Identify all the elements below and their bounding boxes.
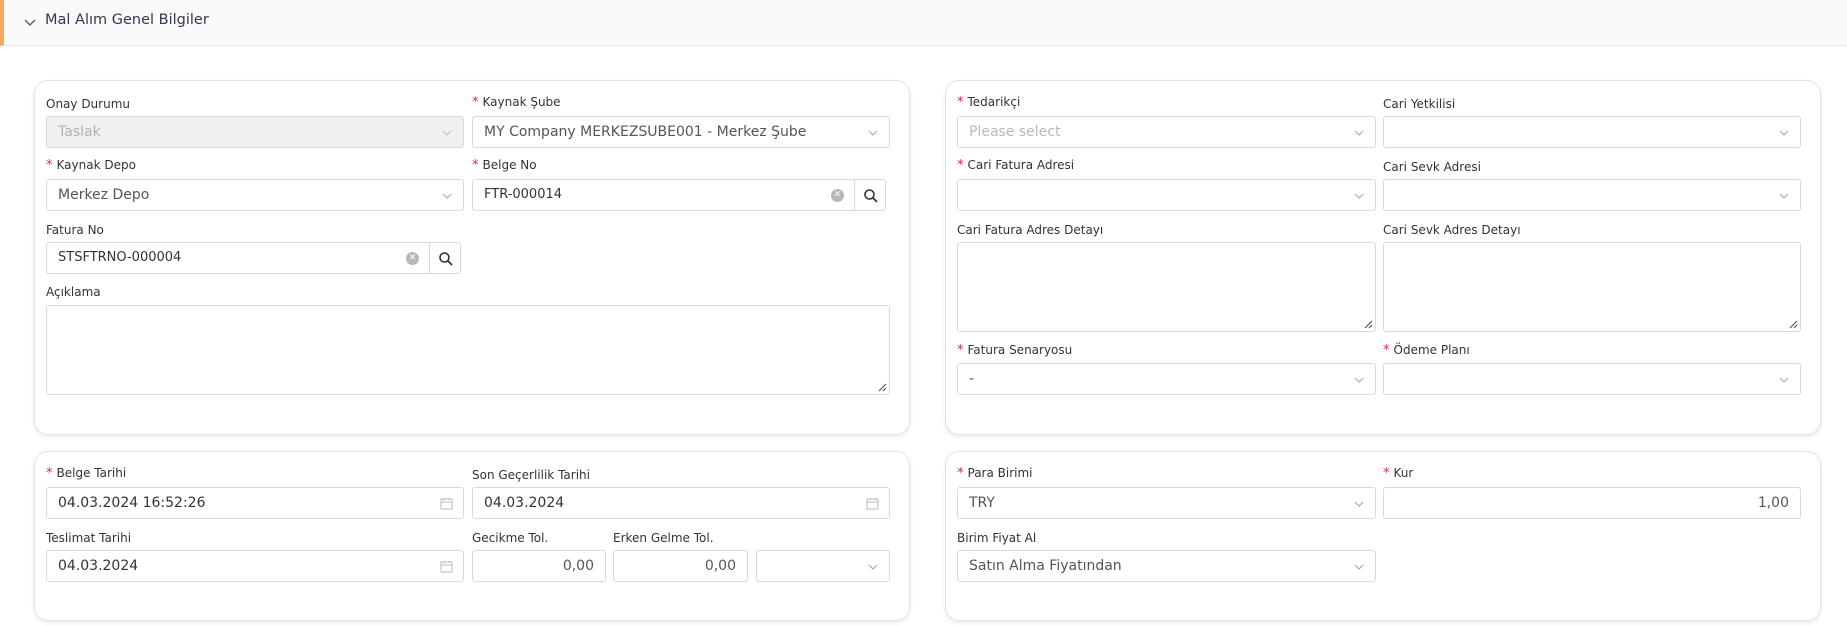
chevron-down-icon <box>868 564 878 570</box>
son-gecerlilik-tarihi-label: Son Geçerlilik Tarihi <box>472 468 590 482</box>
chevron-down-icon <box>442 130 452 136</box>
cari-sevk-adres-detayi-textarea[interactable] <box>1383 242 1801 332</box>
aciklama-textarea[interactable] <box>46 305 890 395</box>
cari-yetkilisi-label: Cari Yetkilisi <box>1383 97 1456 111</box>
belge-no-search-button[interactable] <box>854 179 886 211</box>
tolerance-unit-select[interactable] <box>756 550 890 582</box>
kaynak-sube-label: * Kaynak Şube <box>472 95 561 110</box>
birim-fiyat-al-select[interactable]: Satın Alma Fiyatından <box>957 550 1376 582</box>
chevron-down-icon <box>1354 193 1364 199</box>
fatura-no-label: Fatura No <box>46 223 104 237</box>
search-icon <box>439 252 453 266</box>
belge-tarihi-label: * Belge Tarihi <box>46 466 127 481</box>
chevron-down-icon <box>1354 501 1364 507</box>
cari-sevk-adres-detayi-label: Cari Sevk Adres Detayı <box>1383 223 1521 237</box>
fatura-senaryosu-label: * Fatura Senaryosu <box>957 343 1073 358</box>
para-birimi-label: * Para Birimi <box>957 466 1033 481</box>
belge-tarihi-datepicker[interactable]: 04.03.2024 16:52:26 <box>46 487 464 519</box>
cari-yetkilisi-select[interactable] <box>1383 116 1801 148</box>
cari-fatura-adres-detayi-label: Cari Fatura Adres Detayı <box>957 223 1104 237</box>
clear-icon[interactable]: ✕ <box>831 189 844 202</box>
resize-handle-icon[interactable] <box>1363 319 1373 329</box>
tedarikci-label: * Tedarikçi <box>957 95 1021 110</box>
cari-sevk-adresi-select[interactable] <box>1383 179 1801 211</box>
odeme-plani-select[interactable] <box>1383 363 1801 395</box>
chevron-down-icon <box>1354 377 1364 383</box>
gecikme-tol-label: Gecikme Tol. <box>472 531 549 545</box>
resize-handle-icon[interactable] <box>1788 319 1798 329</box>
son-gecerlilik-tarihi-datepicker[interactable]: 04.03.2024 <box>472 487 890 519</box>
chevron-down-icon <box>1354 130 1364 136</box>
belge-no-input[interactable]: FTR-000014 ✕ <box>472 179 855 211</box>
calendar-icon <box>866 498 879 510</box>
cari-fatura-adres-detayi-textarea[interactable] <box>957 242 1376 332</box>
kur-input[interactable]: 1,00 <box>1383 487 1801 519</box>
teslimat-tarihi-datepicker[interactable]: 04.03.2024 <box>46 550 464 582</box>
erken-gelme-tol-label: Erken Gelme Tol. <box>613 531 714 545</box>
para-birimi-select[interactable]: TRY <box>957 487 1376 519</box>
gecikme-tol-input[interactable]: 0,00 <box>472 550 606 582</box>
fatura-no-input[interactable]: STSFTRNO-000004 ✕ <box>46 242 430 274</box>
cari-sevk-adresi-label: Cari Sevk Adresi <box>1383 160 1481 174</box>
cari-fatura-adresi-label: * Cari Fatura Adresi <box>957 158 1075 173</box>
calendar-icon <box>440 561 453 573</box>
chevron-down-icon <box>1354 564 1364 570</box>
onay-durumu-label: Onay Durumu <box>46 97 130 111</box>
chevron-down-icon <box>442 193 452 199</box>
kur-label: * Kur <box>1383 466 1414 481</box>
teslimat-tarihi-label: Teslimat Tarihi <box>46 531 132 545</box>
birim-fiyat-al-label: Birim Fiyat Al <box>957 531 1037 545</box>
chevron-down-icon <box>1779 130 1789 136</box>
clear-icon[interactable]: ✕ <box>406 252 419 265</box>
chevron-down-icon <box>1779 377 1789 383</box>
section-title: Mal Alım Genel Bilgiler <box>45 12 209 28</box>
onay-durumu-select[interactable]: Taslak <box>46 116 464 148</box>
odeme-plani-label: * Ödeme Planı <box>1383 343 1470 358</box>
section-header[interactable]: Mal Alım Genel Bilgiler <box>0 0 1847 46</box>
resize-handle-icon[interactable] <box>877 382 887 392</box>
tedarikci-select[interactable]: Please select <box>957 116 1376 148</box>
kaynak-depo-select[interactable]: Merkez Depo <box>46 179 464 211</box>
fatura-no-search-button[interactable] <box>429 242 461 274</box>
erken-gelme-tol-input[interactable]: 0,00 <box>613 550 748 582</box>
kaynak-depo-label: * Kaynak Depo <box>46 158 136 173</box>
kaynak-sube-select[interactable]: MY Company MERKEZSUBE001 - Merkez Şube <box>472 116 890 148</box>
chevron-down-icon <box>868 130 878 136</box>
chevron-down-icon[interactable] <box>22 14 38 30</box>
cari-fatura-adresi-select[interactable] <box>957 179 1376 211</box>
belge-no-label: * Belge No <box>472 158 537 173</box>
aciklama-label: Açıklama <box>46 285 101 299</box>
search-icon <box>864 189 878 203</box>
fatura-senaryosu-select[interactable]: - <box>957 363 1376 395</box>
chevron-down-icon <box>1779 193 1789 199</box>
calendar-icon <box>440 498 453 510</box>
